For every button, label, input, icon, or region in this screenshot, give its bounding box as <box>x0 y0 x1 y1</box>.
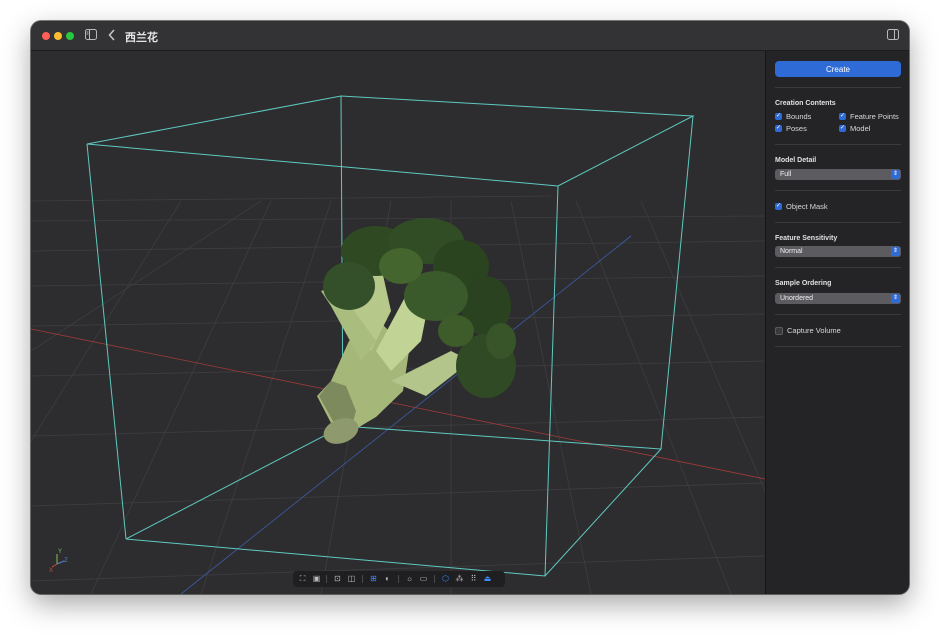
sample-ordering-select[interactable]: Unordered ⇕ <box>775 293 901 304</box>
images-icon[interactable]: ◫ <box>345 571 358 587</box>
app-window: 西兰花 Y Z X ⛶ ▣ ⊡ ◫ ⊞ ◐ ☼ ▭ ⬡ ⁂ ⠿ ⏏ Create… <box>31 21 909 594</box>
model-viewport[interactable]: Y Z X ⛶ ▣ ⊡ ◫ ⊞ ◐ ☼ ▭ ⬡ ⁂ ⠿ ⏏ <box>31 51 765 594</box>
object-mask-checkbox[interactable]: ✓ Object Mask <box>775 202 828 211</box>
divider <box>775 314 901 315</box>
divider <box>775 190 901 191</box>
camera-poses-icon[interactable]: ⏏ <box>481 571 494 587</box>
chevron-left-icon[interactable] <box>108 29 116 41</box>
feature-sensitivity-title: Feature Sensitivity <box>775 235 838 242</box>
chevron-up-down-icon: ⇕ <box>891 170 900 179</box>
viewport-toolbar: ⛶ ▣ ⊡ ◫ ⊞ ◐ ☼ ▭ ⬡ ⁂ ⠿ ⏏ <box>293 571 505 587</box>
feature-points-label: Feature Points <box>850 112 899 121</box>
frame-all-icon[interactable]: ⛶ <box>296 571 309 587</box>
rectangle-icon[interactable]: ▭ <box>417 571 430 587</box>
broccoli-model <box>317 218 516 444</box>
model-detail-value: Full <box>780 171 792 178</box>
zoom-window-button[interactable] <box>66 32 74 40</box>
camera-icon[interactable]: ⊡ <box>331 571 344 587</box>
bounds-label: Bounds <box>786 112 812 121</box>
frame-selection-icon[interactable]: ▣ <box>310 571 323 587</box>
create-button[interactable]: Create <box>775 61 901 77</box>
checkmark-icon: ✓ <box>839 125 846 132</box>
object-mask-label: Object Mask <box>786 202 828 211</box>
bounds-checkbox[interactable]: ✓ Bounds <box>775 112 811 121</box>
sample-ordering-value: Unordered <box>780 295 814 302</box>
creation-contents-title: Creation Contents <box>775 100 836 107</box>
axis-label-x: X <box>49 568 53 574</box>
checkmark-icon: ✓ <box>775 113 782 120</box>
divider <box>775 222 901 223</box>
scene-canvas: Y Z X <box>31 95 765 594</box>
feature-points-checkbox[interactable]: ✓ Feature Points <box>839 112 899 121</box>
minimize-window-button[interactable] <box>54 32 62 40</box>
toolbar-divider <box>362 575 363 583</box>
model-checkbox[interactable]: ✓ Model <box>839 124 870 133</box>
axis-gizmo: Y Z X <box>49 549 68 574</box>
capture-volume-checkbox[interactable]: Capture Volume <box>775 326 841 335</box>
dots-grid-icon[interactable]: ⠿ <box>467 571 480 587</box>
checkmark-icon: ✓ <box>775 203 782 210</box>
window-title: 西兰花 <box>125 32 158 44</box>
model-detail-title: Model Detail <box>775 157 817 164</box>
divider <box>775 267 901 268</box>
feature-sensitivity-select[interactable]: Normal ⇕ <box>775 246 901 257</box>
checkmark-icon: ✓ <box>775 125 782 132</box>
light-icon[interactable]: ☼ <box>403 571 416 587</box>
poses-checkbox[interactable]: ✓ Poses <box>775 124 807 133</box>
feature-points-icon[interactable]: ⁂ <box>453 571 466 587</box>
contrast-icon[interactable]: ◐ <box>381 571 394 587</box>
divider <box>775 144 901 145</box>
title-bar: 西兰花 <box>31 21 909 51</box>
toolbar-divider <box>398 575 399 583</box>
sample-ordering-title: Sample Ordering <box>775 280 832 287</box>
model-label: Model <box>850 124 871 133</box>
axis-label-y: Y <box>58 549 62 555</box>
chevron-up-down-icon: ⇕ <box>891 247 900 256</box>
toolbar-divider <box>326 575 327 583</box>
checkbox-empty-icon <box>775 326 783 335</box>
feature-sensitivity-value: Normal <box>780 248 803 255</box>
checkmark-icon: ✓ <box>839 113 846 120</box>
divider <box>775 87 901 88</box>
sidebar-right-icon[interactable] <box>887 29 899 40</box>
close-window-button[interactable] <box>42 32 50 40</box>
inspector-sidebar: Create Creation Contents ✓ Bounds ✓ Feat… <box>765 51 909 594</box>
sidebar-left-icon[interactable] <box>85 29 97 40</box>
poses-label: Poses <box>786 124 807 133</box>
divider <box>775 346 901 347</box>
capture-volume-label: Capture Volume <box>787 326 841 335</box>
axis-label-z: Z <box>64 558 68 564</box>
chevron-up-down-icon: ⇕ <box>891 294 900 303</box>
grid-icon[interactable]: ⊞ <box>367 571 380 587</box>
bounds-cube-icon[interactable]: ⬡ <box>439 571 452 587</box>
toolbar-divider <box>434 575 435 583</box>
model-detail-select[interactable]: Full ⇕ <box>775 169 901 180</box>
